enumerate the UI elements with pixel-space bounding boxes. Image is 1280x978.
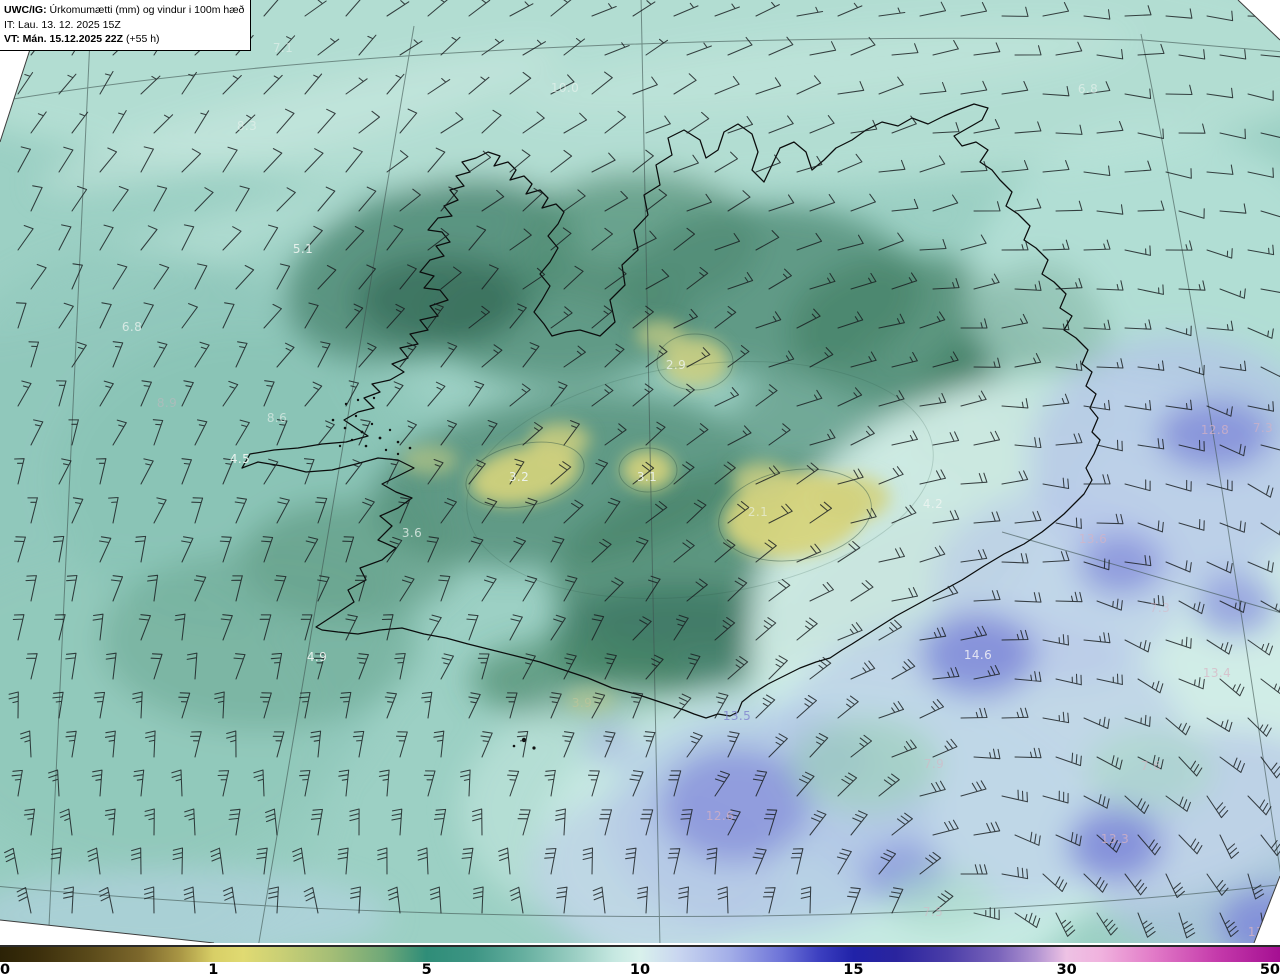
precip-value-label: 4.2 [923, 497, 943, 511]
precip-value-label: 2.9 [666, 358, 686, 372]
precip-value-label: 8.6 [267, 411, 287, 425]
colorbar-tick: 15 [843, 962, 864, 978]
precip-value-label: 4.9 [307, 650, 327, 664]
precip-value-label: 6.8 [122, 320, 142, 334]
precip-value-label: 5.1 [293, 242, 313, 256]
product-desc: Úrkomumætti (mm) og vindur i 100m hæð [46, 4, 245, 16]
precip-value-label: 3.2 [509, 470, 529, 484]
precip-value-label: 3.9 [572, 696, 592, 710]
precip-value-label: 4.5 [230, 452, 250, 466]
init-time: IT: Lau. 13. 12. 2025 15Z [4, 18, 121, 31]
precip-value-label: 13.6 [1079, 532, 1107, 546]
colorbar-tick: 50 [1259, 962, 1280, 978]
precip-value-label: 7.5 [923, 905, 943, 919]
precip-value-label: 13.5 [723, 709, 751, 723]
valid-time: VT: Mán. 15.12.2025 22Z (+55 h) [4, 32, 244, 47]
colorbar-gradient [0, 945, 1280, 962]
precip-value-label: 13.3 [1101, 832, 1129, 846]
valid-time-offset: (+55 h) [123, 33, 160, 45]
valid-time-main: VT: Mán. 15.12.2025 22Z [4, 33, 124, 45]
colorbar-tick: 5 [421, 962, 432, 978]
colorbar-tick: 1 [208, 962, 219, 978]
precip-value-label: 8.3 [237, 119, 257, 133]
title-box: UWC/IG: Úrkomumætti (mm) og vindur i 100… [0, 0, 252, 51]
precip-value-label: 3.6 [402, 526, 422, 540]
colorbar-tick: 0 [0, 962, 11, 978]
product-id: UWC/IG: [4, 4, 47, 16]
precip-value-label: 2.1 [748, 505, 768, 519]
colorbar-tick-labels: 0 1 5 10 15 30 50 [0, 962, 1280, 978]
precip-value-label: 10.0 [551, 81, 579, 95]
precip-value-label: 14.6 [964, 648, 992, 662]
colorbar-tick: 10 [629, 962, 651, 978]
precip-value-label: 12.8 [1201, 423, 1229, 437]
weather-map: 7.1 10.0 6.8 8.3 5.1 6.8 8.9 8.6 4.5 2.9 3.2 3.1 2.1… [0, 0, 1280, 978]
precip-value-label: 6.8 [1078, 82, 1098, 96]
precip-value-label: 7.3 [1253, 421, 1273, 435]
precip-value-label: 7.1 [273, 41, 293, 55]
precip-value-label: 13.4 [1203, 666, 1231, 680]
precip-value-label: 7.3 [1150, 601, 1170, 615]
precip-value-label: 3.1 [637, 470, 657, 484]
precip-value-label: 7.9 [924, 757, 944, 771]
colorbar: 0 1 5 10 15 30 50 [0, 943, 1280, 978]
precip-value-label: 8.9 [157, 396, 177, 410]
product-title: UWC/IG: Úrkomumætti (mm) og vindur i 100… [4, 3, 244, 18]
precip-value-label: 7.6 [1141, 759, 1161, 773]
map-canvas: 7.1 10.0 6.8 8.3 5.1 6.8 8.9 8.6 4.5 2.9 3.2 3.1 2.1… [0, 0, 1280, 943]
colorbar-tick: 30 [1056, 962, 1077, 978]
precip-value-label: 12.6 [706, 809, 734, 823]
